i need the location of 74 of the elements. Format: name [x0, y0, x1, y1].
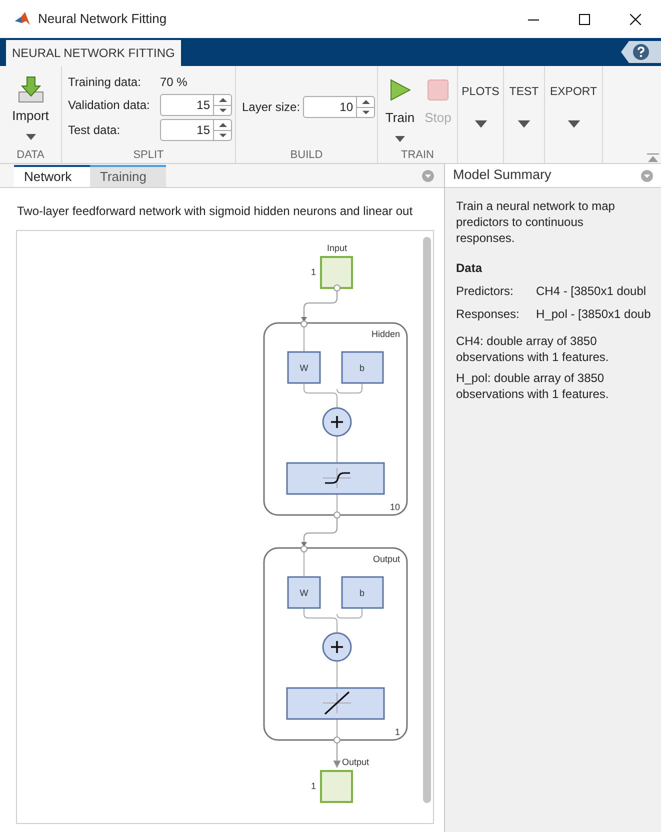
menu-button[interactable]: TEST [504, 66, 544, 163]
field-value: CH4 - [3850x1 doubl [536, 283, 646, 300]
ribbon-tab[interactable]: NEURAL NETWORK FITTING [6, 40, 181, 66]
section-label: TRAIN [400, 148, 435, 163]
input-node [320, 256, 353, 289]
menu-button[interactable]: EXPORT [545, 66, 602, 163]
node-label: W [300, 363, 308, 373]
number-spinner[interactable]: 10 [303, 96, 376, 118]
number-spinner[interactable]: 15 [160, 119, 232, 141]
percentage-value: 70 % [160, 74, 188, 91]
network-description: Two-layer feedforward network with sigmoid hidden neurons and linear out [16, 203, 414, 220]
caret-icon [518, 120, 530, 128]
summary-text: Train a neural network to map predictors to continuous responses. [456, 198, 616, 246]
port-dot [334, 284, 340, 292]
node-label: b [360, 363, 364, 373]
sum-node [322, 407, 352, 437]
stop-icon [427, 79, 449, 101]
layer-label: Output [372, 554, 400, 564]
weight-node [287, 351, 321, 384]
caret-icon [26, 134, 36, 140]
down-arrow-icon[interactable] [214, 105, 232, 115]
bias-node [341, 576, 384, 609]
summary-text: H_pol: double array of 3850 observations with 1 features. [456, 370, 610, 402]
import-icon [18, 76, 44, 104]
field-value: H_pol - [3850x1 doub [536, 306, 651, 323]
scrollbar[interactable] [423, 237, 431, 803]
connector-line [334, 742, 341, 768]
section-label: SPLIT [132, 148, 165, 163]
bias-node [341, 351, 384, 384]
down-arrow-icon[interactable] [357, 107, 376, 117]
panel-tab[interactable]: Network [14, 165, 90, 187]
caret-icon [567, 120, 580, 128]
port-dot [334, 512, 340, 518]
section-label: BUILD [289, 148, 324, 163]
down-arrow-icon[interactable] [214, 130, 232, 140]
port-dot [300, 546, 308, 552]
field-label: Training data: [68, 74, 142, 91]
caret-icon [474, 120, 487, 128]
section-label: DATA [16, 148, 46, 163]
field-label: Responses: [456, 306, 520, 323]
play-icon [389, 79, 411, 101]
help-icon [633, 44, 649, 60]
weight-node [287, 576, 321, 609]
window-title: Neural Network Fitting [38, 10, 167, 28]
connector-line [301, 518, 338, 548]
number-spinner[interactable]: 15 [160, 94, 232, 116]
size-label: 1 [310, 781, 316, 791]
field-label: Layer size: [242, 99, 300, 116]
section-heading: Data [456, 260, 484, 277]
output-node [320, 770, 353, 803]
node-label: W [300, 588, 308, 598]
port-dot [334, 736, 340, 744]
import-button[interactable]: Import [0, 66, 61, 147]
layer-label: Hidden [371, 329, 400, 339]
size-label: 1 [394, 727, 400, 737]
menu-button[interactable]: PLOTS [458, 66, 503, 163]
port-dot [300, 320, 308, 328]
node-label: Output [342, 757, 370, 767]
train-button[interactable]: Train [383, 66, 417, 147]
field-label: Predictors: [456, 283, 514, 300]
summary-text: CH4: double array of 3850 observations with 1 features. [456, 333, 610, 365]
collapse-icon[interactable] [647, 153, 659, 163]
panel-title: Model Summary [453, 166, 552, 184]
field-label: Test data: [68, 122, 122, 139]
size-label: 10 [390, 502, 400, 512]
size-label: 1 [310, 267, 316, 277]
field-label: Validation data: [68, 97, 151, 114]
node-label: b [360, 588, 364, 598]
sum-node [322, 632, 352, 662]
help-button[interactable] [621, 41, 661, 63]
node-label: Input [326, 243, 348, 253]
close-icon[interactable] [630, 14, 641, 24]
maximize-icon[interactable] [579, 14, 590, 24]
panel-tab[interactable]: Training [90, 165, 166, 187]
